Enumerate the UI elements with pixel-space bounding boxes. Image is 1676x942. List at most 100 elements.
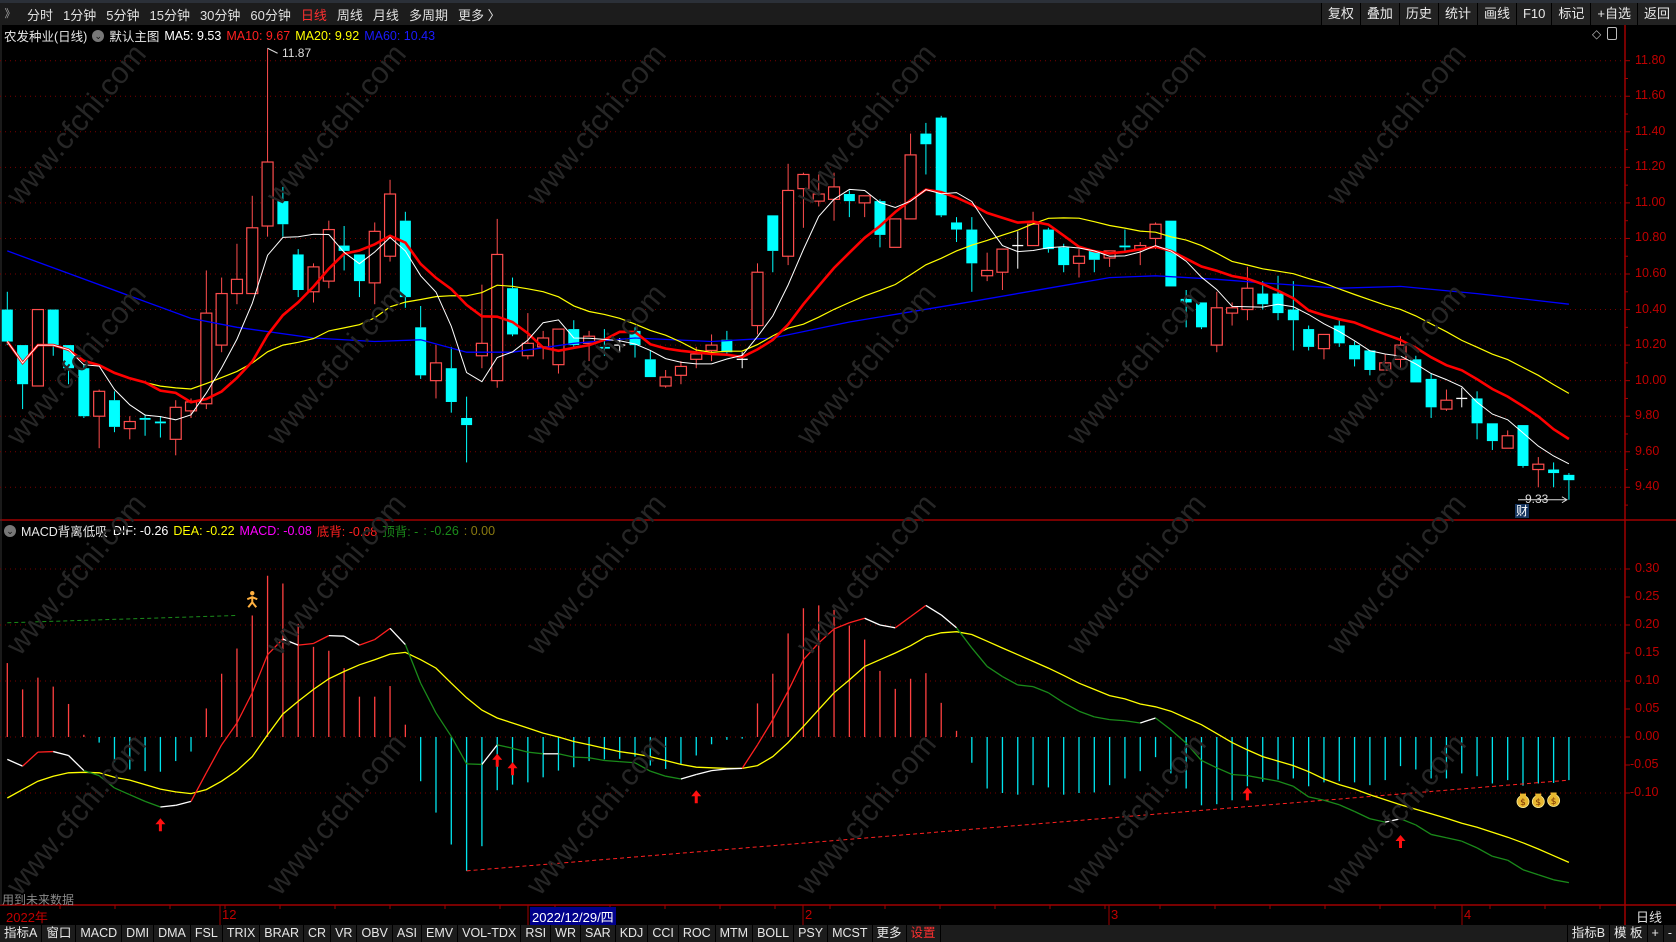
toolbar-button[interactable]: 返回 — [1636, 3, 1676, 25]
period-tab[interactable]: 日线 — [296, 5, 332, 24]
indicator-tab[interactable]: RSI — [521, 925, 552, 942]
price-axis-label: 11.40 — [1635, 123, 1666, 138]
dif-line-segment — [53, 750, 69, 757]
bottom-right-button[interactable]: 指标B — [1566, 925, 1609, 942]
candle-body-down — [507, 288, 519, 335]
indicator-tab[interactable]: WR — [551, 925, 581, 942]
indicator-tab[interactable]: MTM — [716, 925, 754, 942]
indicator-tab[interactable]: KDJ — [616, 925, 649, 942]
indicator-tab[interactable]: BRAR — [260, 925, 305, 942]
price-axis-label: 9.80 — [1635, 408, 1660, 423]
dif-line-segment — [910, 604, 927, 618]
period-tab[interactable]: 60分钟 — [245, 5, 295, 24]
period-tab[interactable]: 5分钟 — [101, 5, 144, 24]
date-label-year: 2022年 — [6, 910, 48, 925]
indicator-tab[interactable]: ROC — [679, 925, 716, 942]
candle-body-up — [429, 362, 443, 382]
bottom-right-button[interactable]: - — [1662, 925, 1676, 942]
toolbar-button[interactable]: 复权 — [1320, 3, 1360, 25]
indicator-tab[interactable]: VOL-TDX — [458, 925, 522, 942]
dif-line-segment — [1216, 767, 1233, 776]
dif-value: DIF: -0.26 — [112, 523, 169, 538]
candle-body-up — [1394, 344, 1407, 360]
toolbar-button[interactable]: 叠加 — [1359, 3, 1399, 25]
finance-badge[interactable]: 财 — [1515, 504, 1530, 518]
indicator-dropdown-icon[interactable]: ⌄ — [4, 524, 16, 537]
price-axis-label: 11.20 — [1635, 159, 1666, 174]
collapse-icon[interactable]: 》 — [2, 6, 18, 22]
indicator-tab[interactable]: TRIX — [223, 925, 261, 942]
dif-line-segment — [741, 744, 759, 769]
diamond-icon[interactable]: ◇ — [1592, 27, 1601, 41]
dif-line-segment — [1201, 759, 1218, 769]
period-tab[interactable]: 更多 〉 — [453, 5, 506, 24]
toolbar-button[interactable]: 统计 — [1437, 3, 1477, 25]
indicator-tab[interactable]: BOLL — [753, 925, 795, 942]
indicator-tab[interactable]: VR — [331, 925, 358, 942]
period-tab[interactable]: 多周期 — [404, 5, 453, 24]
indicator-tab[interactable]: OBV — [357, 925, 393, 942]
indicator-tab[interactable]: CR — [304, 925, 332, 942]
candle — [93, 389, 106, 449]
toolbar-button[interactable]: 画线 — [1476, 3, 1516, 25]
candle-body-up — [1440, 399, 1453, 410]
period-indicator: 日线 — [1636, 910, 1663, 925]
candle — [966, 217, 978, 292]
dif-line-segment — [588, 757, 605, 762]
candle-body-down — [721, 339, 733, 353]
bottom-right-button[interactable]: + — [1646, 925, 1663, 942]
kline-chart[interactable]: $ $ $ — [0, 0, 1676, 942]
candle — [399, 211, 411, 308]
candle-body-up — [674, 365, 688, 376]
indicator-tab[interactable]: DMI — [122, 925, 155, 942]
candle — [1134, 242, 1147, 266]
indicator-tab[interactable]: PSY — [794, 925, 829, 942]
candle-body-down — [461, 417, 473, 426]
dif-line-segment — [267, 638, 284, 656]
period-tab[interactable]: 周线 — [332, 5, 368, 24]
bottom-right-button[interactable]: 模 板 — [1609, 925, 1646, 942]
candle — [475, 284, 489, 369]
candle-body-up — [230, 278, 244, 295]
indicator-tab[interactable]: 设置 — [907, 925, 941, 942]
template-dropdown-icon[interactable]: ⌄ — [92, 29, 105, 42]
candle-body-down — [154, 421, 166, 424]
dif-line-segment — [1415, 824, 1432, 835]
period-tab[interactable]: 1分钟 — [58, 5, 101, 24]
indicator-tab[interactable]: EMV — [422, 925, 459, 942]
indicator-tab[interactable]: SAR — [581, 925, 616, 942]
indicator-tab[interactable]: 指标A — [0, 925, 43, 942]
indicator-tab[interactable]: FSL — [191, 925, 223, 942]
toolbar-button[interactable]: F10 — [1515, 3, 1552, 25]
buy-arrow-icon — [492, 753, 503, 767]
template-name[interactable]: 默认主图 — [109, 26, 159, 45]
dif-line-segment — [404, 644, 422, 684]
candle — [491, 218, 504, 388]
period-tab[interactable]: 30分钟 — [195, 5, 245, 24]
indicator-tab[interactable]: DMA — [154, 925, 191, 942]
toolbar-button[interactable]: 标记 — [1551, 3, 1591, 25]
dif-line-segment — [1155, 717, 1172, 731]
indicator-tab[interactable]: 更多 — [873, 925, 907, 942]
dif-line-segment — [251, 654, 269, 694]
dif-line-segment — [864, 617, 881, 626]
candle-body-down — [1486, 423, 1498, 442]
indicator-tab[interactable]: CCI — [648, 925, 679, 942]
money-bag-neck — [1550, 792, 1557, 796]
indicator-tab[interactable]: MCST — [828, 925, 873, 942]
indicator-tab[interactable]: MACD — [76, 925, 123, 942]
dif-line-segment — [313, 635, 330, 645]
toolbar-button[interactable]: 历史 — [1398, 3, 1438, 25]
indicator-name[interactable]: MACD背离低吸 — [21, 521, 108, 540]
period-tab[interactable]: 月线 — [368, 5, 404, 24]
dif-line-segment — [190, 772, 207, 802]
period-tab[interactable]: 分时 — [22, 5, 58, 24]
dif-line-segment — [604, 759, 620, 763]
indicator-tab[interactable]: ASI — [393, 925, 423, 942]
candle-body-up — [751, 271, 764, 327]
indicator-tab[interactable]: 窗口 — [42, 925, 77, 942]
toolbar-button[interactable]: +自选 — [1590, 3, 1637, 25]
panel-toggle-icon[interactable] — [1607, 27, 1618, 40]
high-price-label: 11.87 — [282, 46, 312, 60]
period-tab[interactable]: 15分钟 — [144, 5, 194, 24]
